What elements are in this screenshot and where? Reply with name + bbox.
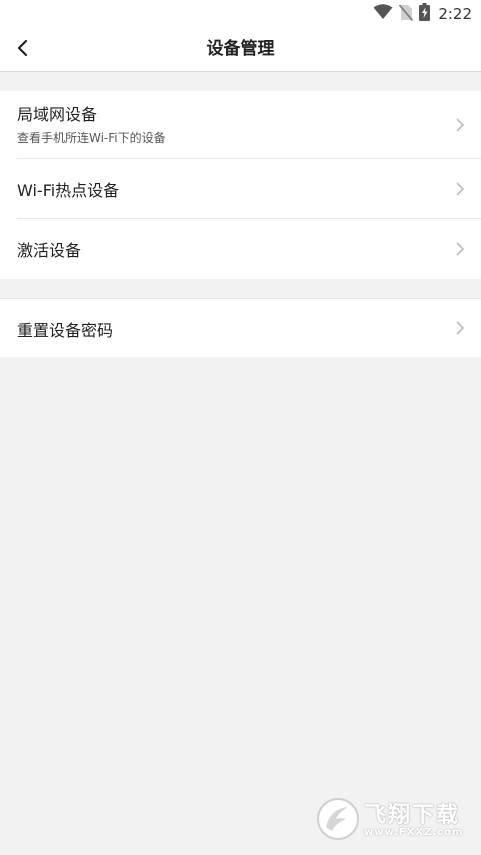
status-bar: 2:22	[0, 0, 481, 27]
chevron-right-icon	[456, 242, 465, 256]
list-item-lan-devices[interactable]: 局域网设备 查看手机所连Wi-Fi下的设备	[0, 91, 481, 159]
watermark: 飞翔下载 www.FXXZ.com	[314, 795, 474, 845]
wifi-icon	[373, 4, 393, 24]
list-item-label: Wi-Fi热点设备	[17, 181, 120, 200]
list-item-label: 激活设备	[17, 241, 82, 260]
no-sim-icon	[399, 3, 414, 25]
status-time: 2:22	[438, 5, 472, 23]
watermark-title: 飞翔下载	[364, 803, 461, 828]
chevron-right-icon	[456, 118, 465, 132]
list-item-activate-device[interactable]: 激活设备	[0, 219, 481, 279]
watermark-url: www.FXXZ.com	[364, 827, 464, 838]
chevron-right-icon	[456, 321, 465, 335]
list-item-wifi-hotspot-devices[interactable]: Wi-Fi热点设备	[0, 159, 481, 219]
settings-group-devices: 局域网设备 查看手机所连Wi-Fi下的设备 Wi-Fi热点设备 激活设备	[0, 91, 481, 279]
nav-bar: 设备管理	[0, 27, 481, 72]
list-item-label: 重置设备密码	[17, 321, 114, 340]
fxxz-logo-icon	[317, 798, 359, 840]
list-item-label: 局域网设备	[17, 105, 98, 124]
page-title: 设备管理	[206, 39, 275, 59]
list-item-reset-device-password[interactable]: 重置设备密码	[0, 299, 481, 357]
list-item-subtitle: 查看手机所连Wi-Fi下的设备	[17, 131, 166, 145]
settings-group-security: 重置设备密码	[0, 298, 481, 357]
battery-charging-icon	[419, 3, 431, 25]
status-icons: 2:22	[373, 3, 472, 25]
chevron-right-icon	[456, 182, 465, 196]
